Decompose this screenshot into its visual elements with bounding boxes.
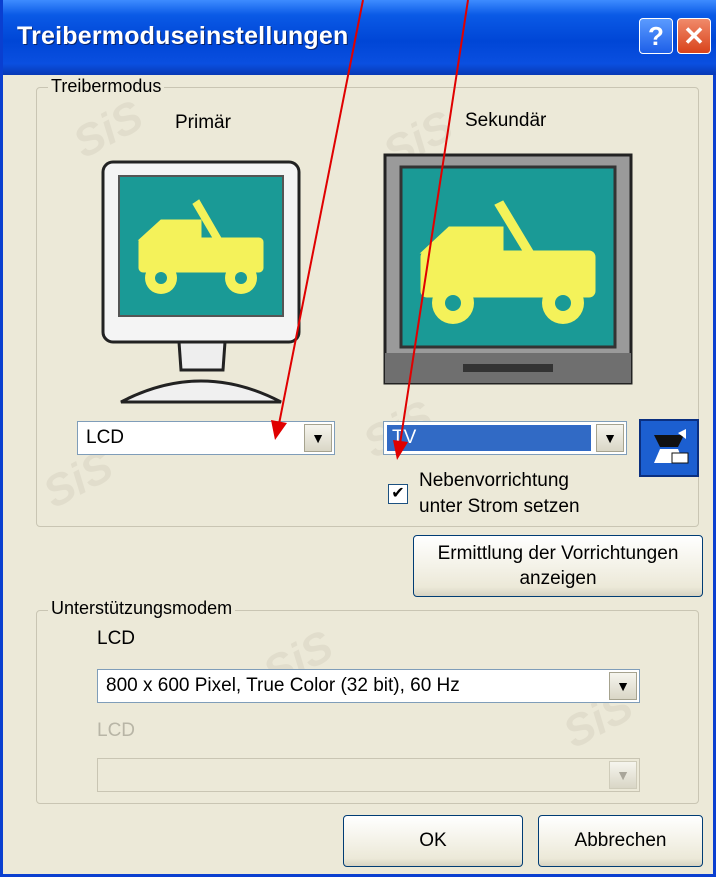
device-settings-button[interactable]	[639, 419, 699, 477]
power-checkbox[interactable]: ✔	[388, 484, 408, 504]
primary-device-value: LCD	[86, 427, 125, 448]
chevron-down-icon[interactable]: ▼	[609, 672, 637, 700]
driver-mode-legend: Treibermodus	[48, 76, 165, 97]
title-bar[interactable]: Treibermoduseinstellungen ? ✕	[3, 0, 716, 75]
chevron-down-icon[interactable]: ▼	[596, 424, 624, 452]
power-checkbox-label-line1: Nebenvorrichtung	[419, 470, 569, 491]
support-primary-label: LCD	[97, 628, 136, 649]
primary-label: Primär	[175, 112, 231, 133]
device-properties-icon	[654, 429, 689, 464]
power-checkbox-label-line2: unter Strom setzen	[419, 496, 580, 517]
chevron-down-icon: ▼	[609, 761, 637, 789]
primary-device-select[interactable]: LCD ▼	[77, 421, 335, 455]
dialog-window: Treibermoduseinstellungen ? ✕ SiS SiS Si…	[0, 0, 716, 877]
primary-mode-value: 800 x 600 Pixel, True Color (32 bit), 60…	[106, 675, 460, 696]
secondary-device-value: TV	[392, 427, 417, 448]
close-button[interactable]: ✕	[677, 18, 711, 54]
detect-devices-label-line2: anzeigen	[519, 568, 597, 589]
support-secondary-label: LCD	[97, 720, 136, 741]
ok-button[interactable]: OK	[343, 815, 523, 867]
secondary-label: Sekundär	[465, 110, 547, 131]
selection-highlight	[387, 425, 591, 451]
primary-mode-select[interactable]: 800 x 600 Pixel, True Color (32 bit), 60…	[97, 669, 640, 703]
lcd-monitor-image	[101, 160, 301, 404]
secondary-mode-select: ▼	[97, 758, 640, 792]
help-button[interactable]: ?	[639, 18, 673, 54]
detect-devices-label-line1: Ermittlung der Vorrichtungen	[437, 543, 679, 564]
support-modes-legend: Unterstützungsmodem	[48, 598, 236, 619]
tv-image	[383, 153, 633, 385]
dialog-body: SiS SiS SiS SiS SiS SiS SiS Treibermodus…	[3, 75, 713, 874]
detect-devices-button[interactable]: Ermittlung der Vorrichtungen anzeigen	[413, 535, 703, 597]
chevron-down-icon[interactable]: ▼	[304, 424, 332, 452]
secondary-device-select[interactable]: TV ▼	[383, 421, 627, 455]
window-title: Treibermoduseinstellungen	[17, 22, 349, 50]
cancel-button[interactable]: Abbrechen	[538, 815, 703, 867]
